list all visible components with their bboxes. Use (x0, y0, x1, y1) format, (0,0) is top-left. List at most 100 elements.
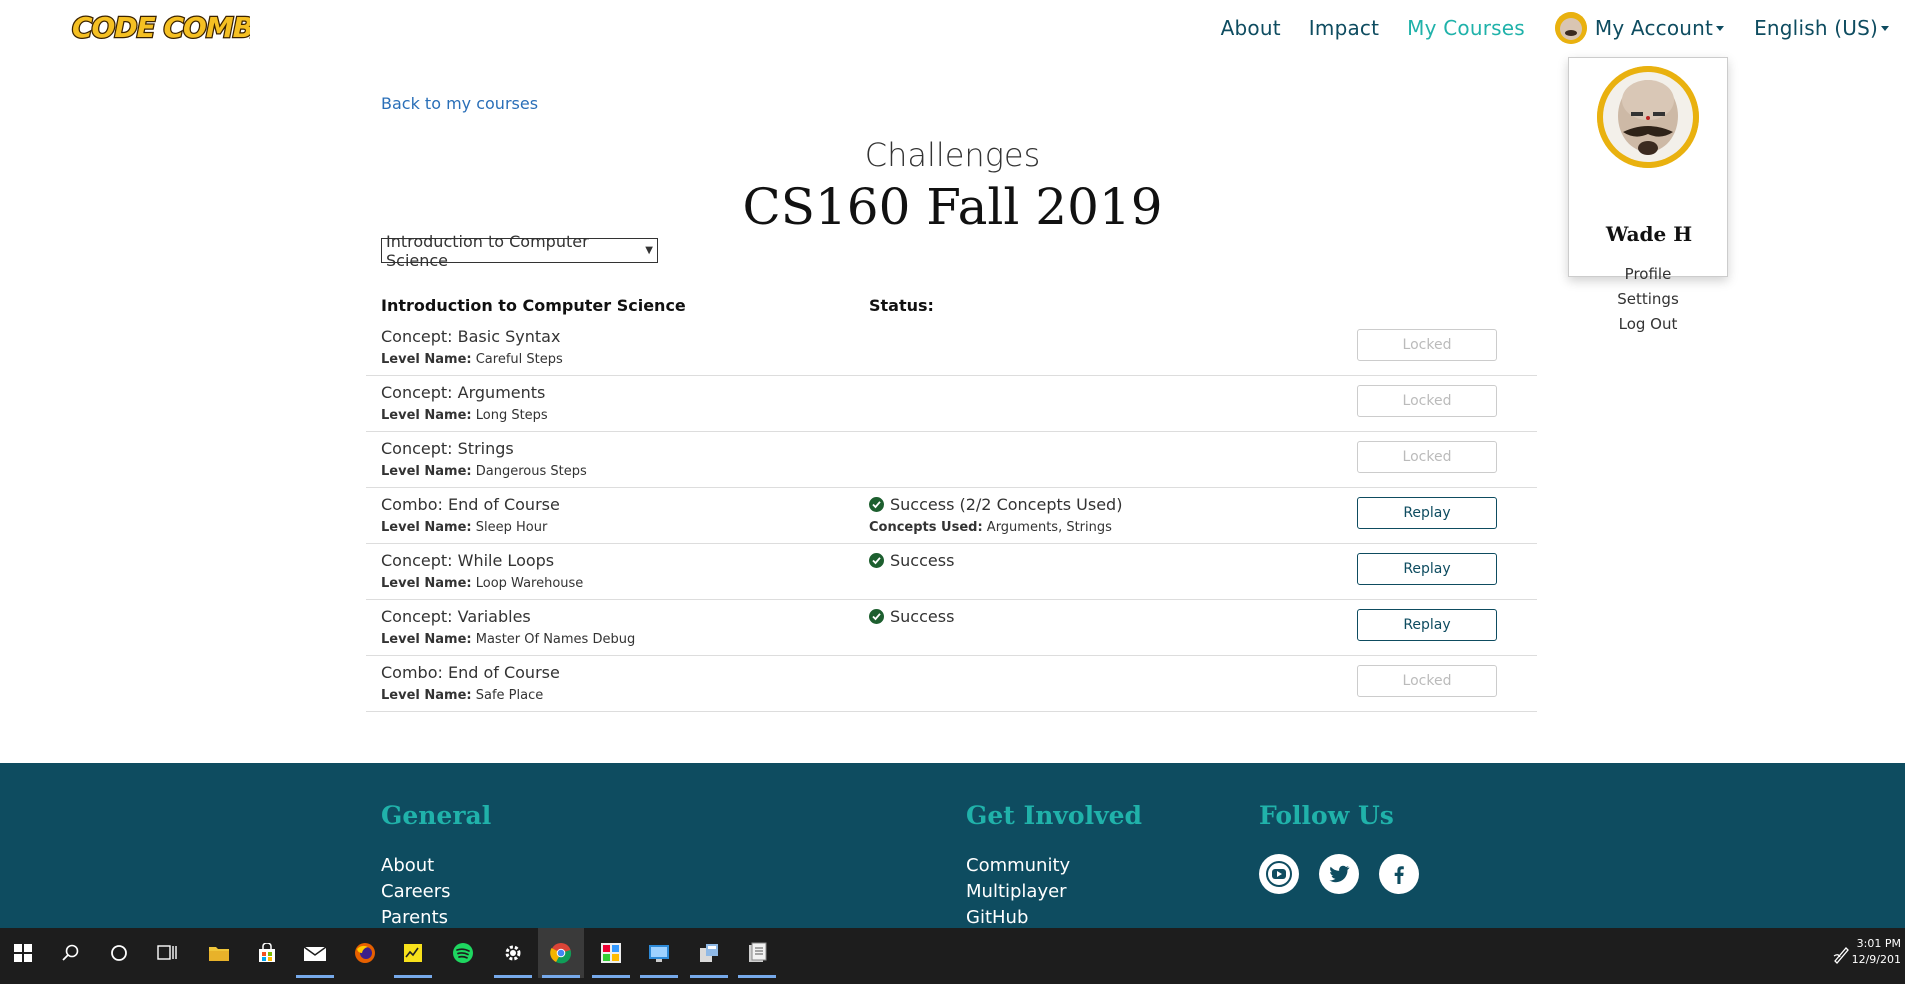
level-name-value: Safe Place (475, 688, 544, 703)
course-select-value: Introduction to Computer Science (386, 231, 589, 270)
taskbar-clock[interactable]: 3:01 PM 12/9/201 (1852, 936, 1901, 968)
level-row: Concept: Basic Syntax Level Name: Careful… (366, 320, 1537, 376)
level-status: Success (869, 551, 954, 570)
level-row: Combo: End of Course Level Name: Safe Pla… (366, 656, 1537, 712)
concepts-used: Concepts Used: Arguments, Strings (869, 520, 1112, 535)
level-row: Concept: While Loops Level Name: Loop War… (366, 544, 1537, 600)
youtube-icon[interactable] (1259, 854, 1299, 894)
app-grid-icon[interactable] (588, 928, 634, 978)
sticky-notes-icon[interactable] (390, 928, 436, 978)
file-explorer-icon[interactable] (196, 928, 242, 978)
locked-button: Locked (1357, 665, 1497, 697)
replay-button[interactable]: Replay (1357, 553, 1497, 585)
replay-button[interactable]: Replay (1357, 609, 1497, 641)
level-name: Level Name: Master Of Names Debug (381, 632, 635, 647)
language-toggle[interactable]: English (US) (1754, 16, 1889, 40)
store-icon[interactable] (244, 928, 290, 978)
chevron-down-icon (1881, 25, 1889, 31)
level-concept: Concept: Basic Syntax (381, 327, 561, 346)
task-view-icon[interactable] (144, 928, 190, 978)
page-subtitle: Challenges (864, 136, 1041, 174)
active-indicator (690, 975, 728, 978)
level-concept: Concept: Arguments (381, 383, 546, 402)
locked-button: Locked (1357, 441, 1497, 473)
level-row: Combo: End of Course Level Name: Sleep Ho… (366, 488, 1537, 544)
facebook-icon[interactable] (1379, 854, 1419, 894)
dropdown-item-settings[interactable]: Settings (1569, 290, 1727, 308)
clock-date: 12/9/201 (1851, 953, 1901, 966)
footer-link-multiplayer[interactable]: Multiplayer (966, 881, 1067, 902)
level-concept: Concept: Variables (381, 607, 531, 626)
my-account-label: My Account (1594, 16, 1714, 40)
mail-icon[interactable] (292, 928, 338, 978)
level-row: Concept: Arguments Level Name: Long Steps… (366, 376, 1537, 432)
nav-link-about[interactable]: About (1221, 16, 1281, 40)
level-name-value: Sleep Hour (475, 520, 548, 535)
level-concept: Concept: Strings (381, 439, 514, 458)
back-to-courses-link[interactable]: Back to my courses (381, 94, 538, 113)
replay-button[interactable]: Replay (1357, 497, 1497, 529)
cortana-icon[interactable] (96, 928, 142, 978)
level-row: Concept: Variables Level Name: Master Of … (366, 600, 1537, 656)
search-icon[interactable] (48, 928, 94, 978)
footer: General About Careers Parents Get Involv… (0, 763, 1905, 928)
document-tool-icon[interactable] (734, 928, 780, 978)
level-name: Level Name: Safe Place (381, 688, 543, 703)
level-concept: Combo: End of Course (381, 663, 560, 682)
dropdown-item-logout[interactable]: Log Out (1569, 315, 1727, 333)
active-indicator (542, 975, 580, 978)
level-name: Level Name: Sleep Hour (381, 520, 547, 535)
twitter-icon[interactable] (1319, 854, 1359, 894)
settings-gear-icon[interactable] (490, 928, 536, 978)
level-name-value: Dangerous Steps (475, 464, 587, 479)
check-circle-icon (869, 609, 884, 624)
codecombat-logo[interactable]: CODE COMBAT (70, 6, 250, 46)
clock-time: 3:01 PM (1856, 937, 1901, 950)
nav-link-impact[interactable]: Impact (1309, 16, 1379, 40)
level-name-label: Level Name: (381, 408, 472, 423)
spotify-icon[interactable] (440, 928, 486, 978)
pen-icon[interactable] (1832, 944, 1852, 964)
footer-heading-general: General (381, 801, 492, 830)
footer-link-careers[interactable]: Careers (381, 881, 451, 902)
locked-button: Locked (1357, 329, 1497, 361)
footer-link-parents[interactable]: Parents (381, 907, 448, 928)
level-name-label: Level Name: (381, 520, 472, 535)
chrome-icon[interactable] (538, 928, 584, 978)
network-tool-icon[interactable] (686, 928, 732, 978)
header-status: Status: (869, 296, 934, 315)
level-name-value: Master Of Names Debug (475, 632, 636, 647)
level-name: Level Name: Dangerous Steps (381, 464, 587, 479)
firefox-icon[interactable] (342, 928, 388, 978)
level-status: Success (2/2 Concepts Used) (869, 495, 1122, 514)
check-circle-icon (869, 553, 884, 568)
footer-link-github[interactable]: GitHub (966, 907, 1028, 928)
level-name: Level Name: Long Steps (381, 408, 548, 423)
header-course: Introduction to Computer Science (381, 296, 686, 315)
concepts-used-value: Arguments, Strings (986, 520, 1112, 535)
level-name-label: Level Name: (381, 632, 472, 647)
footer-link-community[interactable]: Community (966, 855, 1070, 876)
my-account-toggle[interactable]: My Account (1554, 12, 1725, 44)
level-row: Concept: Strings Level Name: Dangerous St… (366, 432, 1537, 488)
check-circle-icon (869, 497, 884, 512)
active-indicator (494, 975, 532, 978)
footer-heading-get-involved: Get Involved (966, 801, 1142, 830)
avatar (1554, 12, 1587, 44)
dropdown-item-profile[interactable]: Profile (1569, 265, 1727, 283)
levels-table: Concept: Basic Syntax Level Name: Careful… (366, 320, 1537, 712)
nav-links: About Impact My Courses My Account Engli… (1193, 0, 1905, 56)
concepts-used-label: Concepts Used: (869, 520, 983, 535)
nav-link-my-courses[interactable]: My Courses (1407, 16, 1525, 40)
page: CODE COMBAT About Impact My Courses My A… (0, 0, 1905, 928)
level-name-label: Level Name: (381, 688, 472, 703)
footer-link-about[interactable]: About (381, 855, 434, 876)
windows-start-icon[interactable] (0, 928, 46, 978)
level-status-text: Success (890, 551, 955, 570)
locked-button: Locked (1357, 385, 1497, 417)
course-select[interactable]: Introduction to Computer Science ▼ (381, 232, 658, 270)
level-name-label: Level Name: (381, 576, 472, 591)
level-status-text: Success (890, 607, 955, 626)
remote-desktop-icon[interactable] (636, 928, 682, 978)
level-name-label: Level Name: (381, 352, 472, 367)
